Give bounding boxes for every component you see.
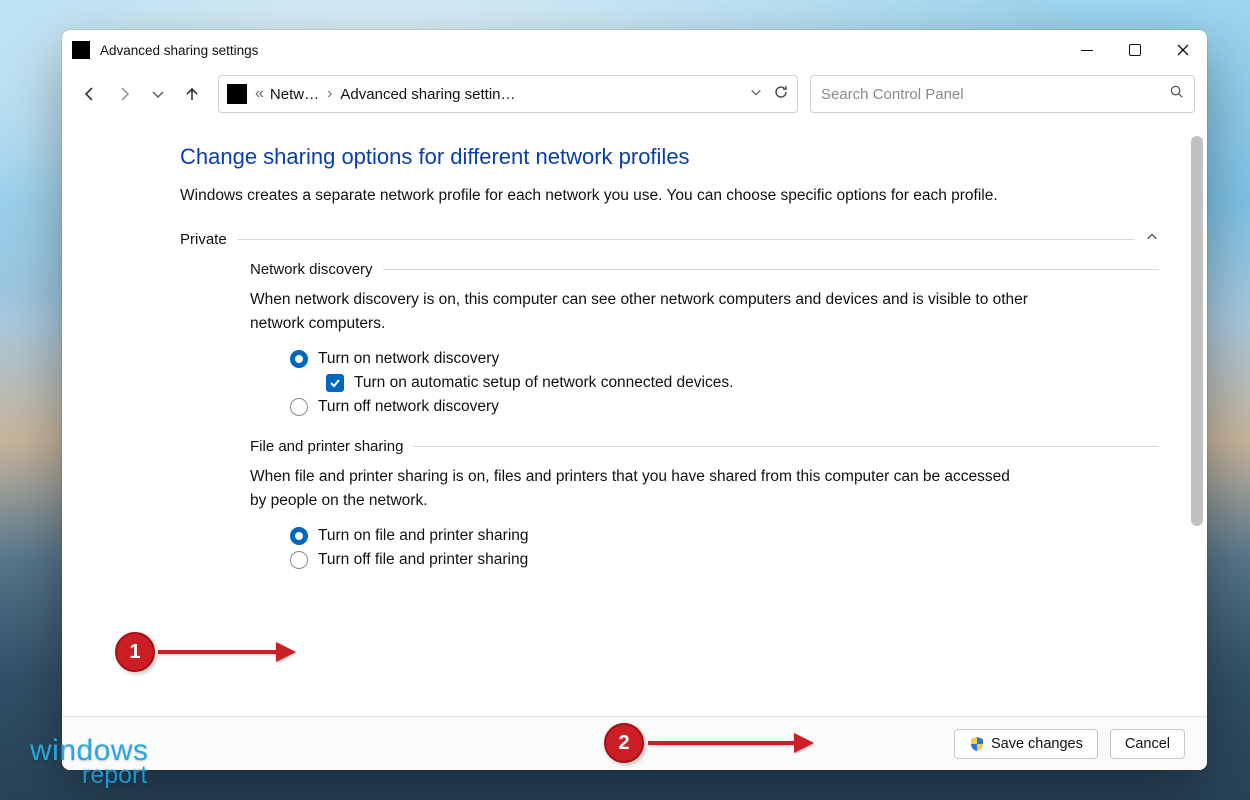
forward-button[interactable] xyxy=(110,80,138,108)
watermark: windows report xyxy=(30,737,149,787)
watermark-line1: windows xyxy=(30,737,149,764)
maximize-button[interactable] xyxy=(1111,30,1159,70)
radio-icon xyxy=(290,398,308,416)
window-title: Advanced sharing settings xyxy=(100,43,258,58)
page-heading: Change sharing options for different net… xyxy=(180,144,1159,170)
address-icon xyxy=(227,84,247,104)
app-icon xyxy=(72,41,90,59)
radio-turn-off-network-discovery[interactable]: Turn off network discovery xyxy=(290,398,1159,416)
up-button[interactable] xyxy=(178,80,206,108)
section-label: Private xyxy=(180,231,227,248)
radio-turn-off-file-printer-sharing[interactable]: Turn off file and printer sharing xyxy=(290,551,1159,569)
address-bar[interactable]: « Netw… › Advanced sharing settin… xyxy=(218,75,798,113)
radio-turn-on-file-printer-sharing[interactable]: Turn on file and printer sharing xyxy=(290,527,1159,545)
option-label: Turn off network discovery xyxy=(318,398,499,416)
page-intro: Windows creates a separate network profi… xyxy=(180,184,1040,208)
radio-icon xyxy=(290,551,308,569)
refresh-icon[interactable] xyxy=(773,84,789,105)
network-discovery-desc: When network discovery is on, this compu… xyxy=(250,288,1030,336)
breadcrumb-item[interactable]: Netw… xyxy=(270,86,319,103)
nav-row: « Netw… › Advanced sharing settin… xyxy=(62,70,1207,126)
search-icon[interactable] xyxy=(1169,84,1184,104)
checkbox-auto-setup[interactable]: Turn on automatic setup of network conne… xyxy=(326,374,1159,392)
annotation-callout-2: 2 xyxy=(604,723,644,763)
annotation-callout-1: 1 xyxy=(115,632,155,672)
control-panel-window: Advanced sharing settings « Netw… › Ad xyxy=(62,30,1207,770)
chevron-up-icon xyxy=(1145,230,1159,249)
watermark-line2: report xyxy=(30,764,149,787)
save-changes-button[interactable]: Save changes xyxy=(954,729,1098,759)
minimize-button[interactable] xyxy=(1063,30,1111,70)
scrollbar-thumb[interactable] xyxy=(1191,136,1203,526)
back-button[interactable] xyxy=(76,80,104,108)
titlebar: Advanced sharing settings xyxy=(62,30,1207,70)
subsection-network-discovery: Network discovery xyxy=(250,261,373,278)
radio-turn-on-network-discovery[interactable]: Turn on network discovery xyxy=(290,350,1159,368)
breadcrumb-item[interactable]: Advanced sharing settin… xyxy=(340,86,515,103)
option-label: Turn on network discovery xyxy=(318,350,499,368)
shield-icon xyxy=(969,736,985,752)
file-printer-desc: When file and printer sharing is on, fil… xyxy=(250,465,1030,513)
radio-icon xyxy=(290,527,308,545)
vertical-scrollbar[interactable] xyxy=(1191,130,1203,712)
radio-icon xyxy=(290,350,308,368)
section-private-header[interactable]: Private xyxy=(180,230,1159,249)
search-input[interactable] xyxy=(821,86,1169,103)
button-label: Cancel xyxy=(1125,736,1170,752)
breadcrumb-overflow[interactable]: « xyxy=(255,85,264,103)
chevron-right-icon: › xyxy=(325,85,334,103)
option-label: Turn on automatic setup of network conne… xyxy=(354,374,733,392)
chevron-down-icon[interactable] xyxy=(749,85,763,104)
cancel-button[interactable]: Cancel xyxy=(1110,729,1185,759)
close-button[interactable] xyxy=(1159,30,1207,70)
search-box[interactable] xyxy=(810,75,1195,113)
subsection-file-printer-sharing: File and printer sharing xyxy=(250,438,403,455)
button-label: Save changes xyxy=(991,736,1083,752)
content-area: Change sharing options for different net… xyxy=(62,126,1189,716)
option-label: Turn off file and printer sharing xyxy=(318,551,528,569)
option-label: Turn on file and printer sharing xyxy=(318,527,529,545)
checkbox-icon xyxy=(326,374,344,392)
recent-dropdown-button[interactable] xyxy=(144,80,172,108)
